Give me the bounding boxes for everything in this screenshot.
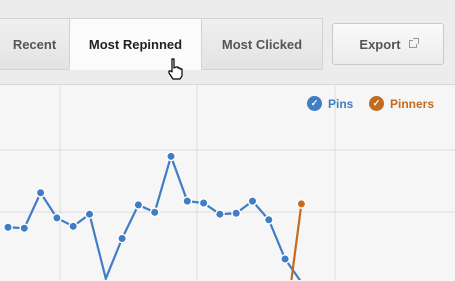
data-point [149,207,160,218]
hand-cursor-icon [168,58,183,80]
data-point [231,208,242,219]
data-point [133,199,144,210]
data-point [182,196,193,207]
data-point [117,233,128,244]
data-point [68,221,79,232]
legend-pins-label: Pins [328,96,354,111]
data-point [263,214,274,225]
data-point [296,199,307,209]
legend-pinners[interactable]: ✓ Pinners [369,96,434,111]
data-point [35,187,46,198]
data-point [166,151,176,162]
legend-pins[interactable]: ✓ Pins [307,96,353,111]
chart-grid [0,85,455,280]
data-point [19,223,30,234]
data-point [247,196,258,207]
data-point [52,213,62,223]
data-point [214,209,225,220]
data-point [280,254,290,264]
data-point [3,222,13,233]
data-point [198,198,209,208]
data-point [84,209,95,220]
line-chart [0,85,455,280]
check-icon: ✓ [369,96,384,111]
check-icon: ✓ [307,96,322,111]
series-line-pinners [290,203,303,280]
legend-pinners-label: Pinners [390,96,435,111]
